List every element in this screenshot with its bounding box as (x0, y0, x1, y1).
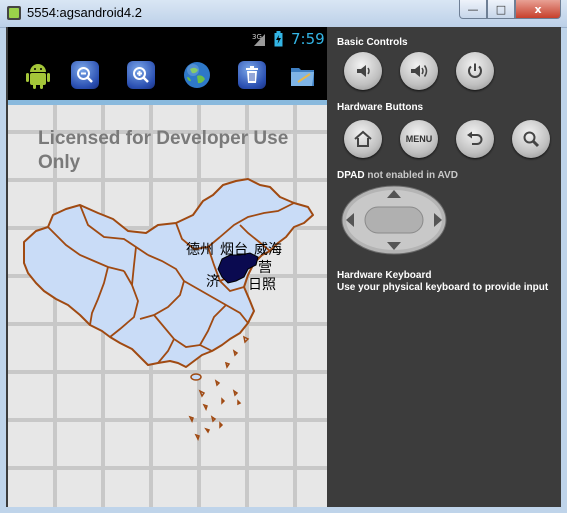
power-icon (468, 63, 482, 78)
globe-button[interactable] (182, 60, 212, 90)
minimize-icon: — (467, 2, 479, 16)
dpad-control[interactable] (341, 185, 447, 255)
hardware-buttons-heading: Hardware Buttons (337, 102, 424, 113)
keyboard-description: Use your physical keyboard to provide in… (337, 282, 549, 293)
close-button[interactable]: x (515, 0, 561, 19)
android-icon (26, 64, 50, 89)
emulator-control-panel: Basic Controls Hardware Buttons MENU DPA… (327, 27, 561, 507)
dpad-note: not enabled in AVD (367, 170, 458, 181)
volume-down-icon (357, 65, 370, 77)
back-icon (467, 131, 483, 145)
dpad-center[interactable] (364, 206, 424, 234)
network-type: 3G (252, 33, 262, 41)
city-label-dezhou: 德州 (186, 242, 214, 258)
map-view[interactable]: Licensed for Developer Use Only 德州 烟台 威海… (8, 105, 327, 507)
android-button[interactable] (23, 60, 53, 90)
status-time: 7:59 (291, 30, 325, 48)
trash-icon (246, 66, 258, 83)
city-label-jining: 济 (206, 274, 220, 290)
battery-icon (274, 31, 283, 47)
volume-up-icon (411, 65, 428, 77)
globe-icon (184, 62, 210, 88)
license-watermark: Licensed for Developer Use Only (38, 128, 289, 173)
home-button[interactable] (344, 120, 382, 158)
window-controls: — □ x (459, 0, 561, 19)
basic-controls-heading: Basic Controls (337, 37, 408, 48)
minimize-button[interactable]: — (459, 0, 487, 19)
zoom-out-icon (77, 67, 93, 83)
menu-label: MENU (405, 134, 433, 144)
volume-up-button[interactable] (400, 52, 438, 90)
keyboard-heading: Hardware Keyboard (337, 270, 432, 281)
folder-icon (291, 68, 314, 86)
map-toolbar (8, 52, 327, 100)
search-button[interactable] (512, 120, 550, 158)
window-title: 5554:agsandroid4.2 (27, 5, 142, 20)
zoom-out-button[interactable] (70, 60, 100, 90)
volume-down-button[interactable] (344, 52, 382, 90)
city-label-yantai: 烟台 (220, 242, 248, 258)
maximize-button[interactable]: □ (487, 0, 515, 19)
home-icon (354, 130, 372, 147)
zoom-in-icon (133, 67, 149, 83)
delete-button[interactable] (237, 60, 267, 90)
maximize-icon: □ (495, 2, 507, 16)
back-button[interactable] (456, 120, 494, 158)
signal-icon: 3G (252, 33, 265, 46)
city-label-weihai: 威海 (254, 242, 282, 258)
open-folder-button[interactable] (288, 60, 318, 90)
city-label-rizhao: 日照 (248, 277, 276, 293)
dpad-title: DPAD (337, 170, 365, 181)
close-icon: x (534, 2, 542, 16)
window-titlebar[interactable]: 5554:agsandroid4.2 — □ x (0, 0, 567, 28)
device-screen[interactable]: 3G 7:59 Licensed for Developer Use Only … (8, 27, 327, 507)
emulator-app-icon (7, 6, 21, 20)
zoom-in-button[interactable] (126, 60, 156, 90)
menu-button[interactable]: MENU (400, 120, 438, 158)
status-bar: 3G 7:59 (8, 27, 327, 52)
search-icon (523, 131, 540, 148)
emulator-body: 3G 7:59 Licensed for Developer Use Only … (6, 27, 561, 507)
dpad-heading: DPAD not enabled in AVD (337, 170, 458, 181)
power-button[interactable] (456, 52, 494, 90)
